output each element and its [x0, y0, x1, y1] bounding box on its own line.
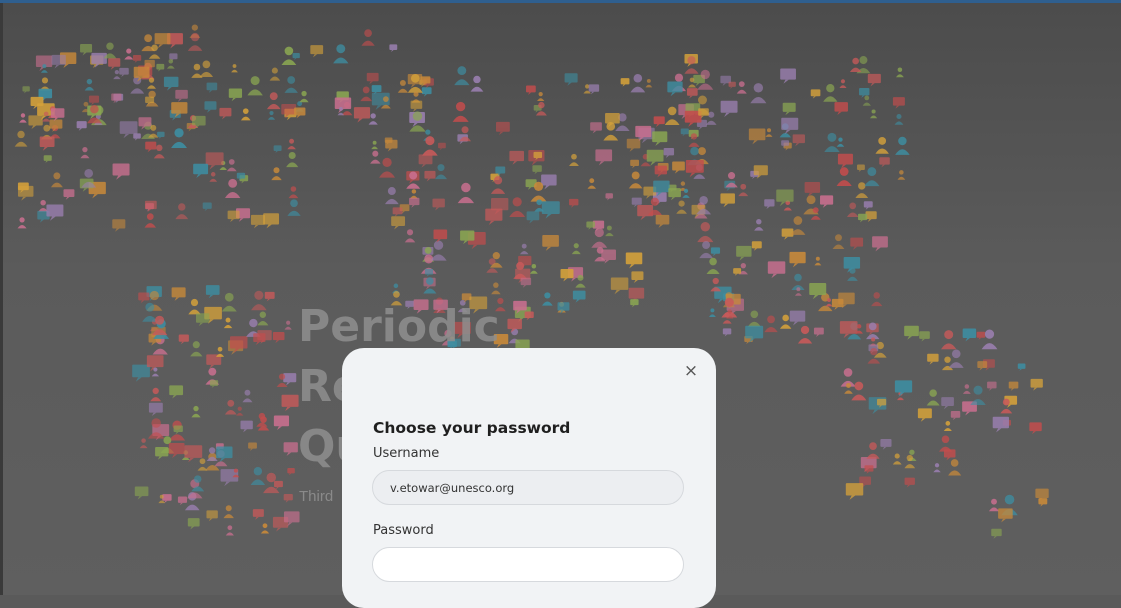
password-field[interactable]: [372, 547, 684, 582]
username-label: Username: [373, 446, 440, 461]
hero-subtitle: Third: [299, 488, 334, 505]
username-field[interactable]: [372, 470, 684, 505]
password-modal: × Choose your password Username Password: [342, 348, 716, 608]
modal-title: Choose your password: [373, 419, 571, 437]
password-label: Password: [373, 523, 434, 538]
close-icon[interactable]: ×: [682, 361, 700, 381]
